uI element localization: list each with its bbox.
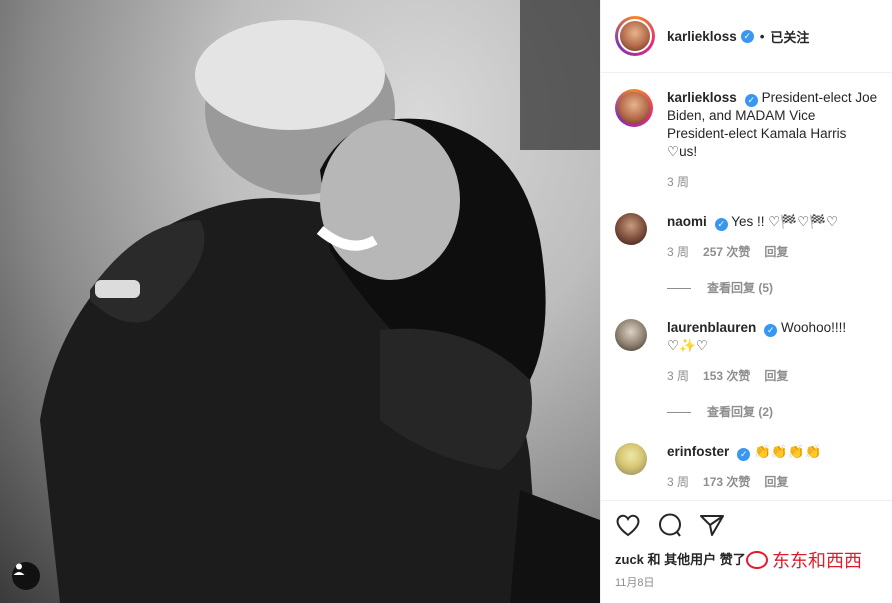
- reply-button[interactable]: 回复: [764, 367, 788, 385]
- verified-icon: ✓: [737, 447, 751, 461]
- comment-age[interactable]: 3 周: [667, 367, 689, 385]
- verified-icon: ✓: [714, 217, 728, 231]
- comment-item: laurenblauren ✓ Woohoo!!!!♡✨♡ 3 周 153 次赞 …: [615, 319, 880, 421]
- view-replies-button[interactable]: 查看回复 (2): [667, 403, 880, 421]
- comment-text: Yes !! ♡🏁♡🏁♡: [731, 214, 839, 229]
- post-header: karliekloss ✓ • 已关注: [601, 0, 892, 73]
- comments-list: karliekloss ✓ President-elect Joe Biden, …: [601, 73, 892, 500]
- caption: karliekloss ✓ President-elect Joe Biden, …: [615, 89, 880, 191]
- verified-icon: ✓: [744, 93, 758, 107]
- reply-button[interactable]: 回复: [764, 243, 788, 261]
- comment-username[interactable]: naomi: [667, 214, 707, 229]
- author-avatar[interactable]: [615, 16, 655, 56]
- comment-age[interactable]: 3 周: [667, 473, 689, 491]
- caption-avatar[interactable]: [615, 89, 653, 127]
- caption-age[interactable]: 3 周: [667, 173, 689, 191]
- post-sidebar: karliekloss ✓ • 已关注 karliekloss ✓ Preside…: [600, 0, 892, 603]
- comment-icon[interactable]: [657, 513, 683, 540]
- follow-button[interactable]: 已关注: [770, 27, 809, 46]
- comment-avatar[interactable]: [615, 319, 647, 351]
- separator-dot: •: [759, 28, 765, 44]
- wechat-icon: [746, 551, 768, 569]
- comment-avatar[interactable]: [615, 213, 647, 245]
- author-username[interactable]: karliekloss: [667, 29, 737, 44]
- post-photo[interactable]: [0, 0, 600, 603]
- watermark: 东东和西西: [746, 547, 862, 573]
- view-replies-button[interactable]: 查看回复 (5): [667, 279, 880, 297]
- post-date[interactable]: 11月8日: [615, 574, 878, 590]
- share-icon[interactable]: [699, 513, 725, 540]
- verified-icon: ✓: [740, 29, 754, 43]
- photo-illustration: [40, 0, 600, 603]
- heart-icon[interactable]: [615, 513, 641, 540]
- comment-age[interactable]: 3 周: [667, 243, 689, 261]
- comment-item: erinfoster ✓ 👏👏👏👏 3 周 173 次赞 回复: [615, 443, 880, 491]
- comment-username[interactable]: laurenblauren: [667, 320, 756, 335]
- reply-button[interactable]: 回复: [764, 473, 788, 491]
- comment-text: 👏👏👏👏: [754, 444, 822, 459]
- comment-item: naomi ✓ Yes !! ♡🏁♡🏁♡ 3 周 257 次赞 回复 查看回复 (…: [615, 213, 880, 297]
- comment-likes[interactable]: 153 次赞: [703, 367, 750, 385]
- comment-avatar[interactable]: [615, 443, 647, 475]
- comment-likes[interactable]: 173 次赞: [703, 473, 750, 491]
- user-tag-icon[interactable]: [12, 562, 40, 590]
- caption-username[interactable]: karliekloss: [667, 90, 737, 105]
- comment-username[interactable]: erinfoster: [667, 444, 729, 459]
- comment-likes[interactable]: 257 次赞: [703, 243, 750, 261]
- verified-icon: ✓: [764, 323, 778, 337]
